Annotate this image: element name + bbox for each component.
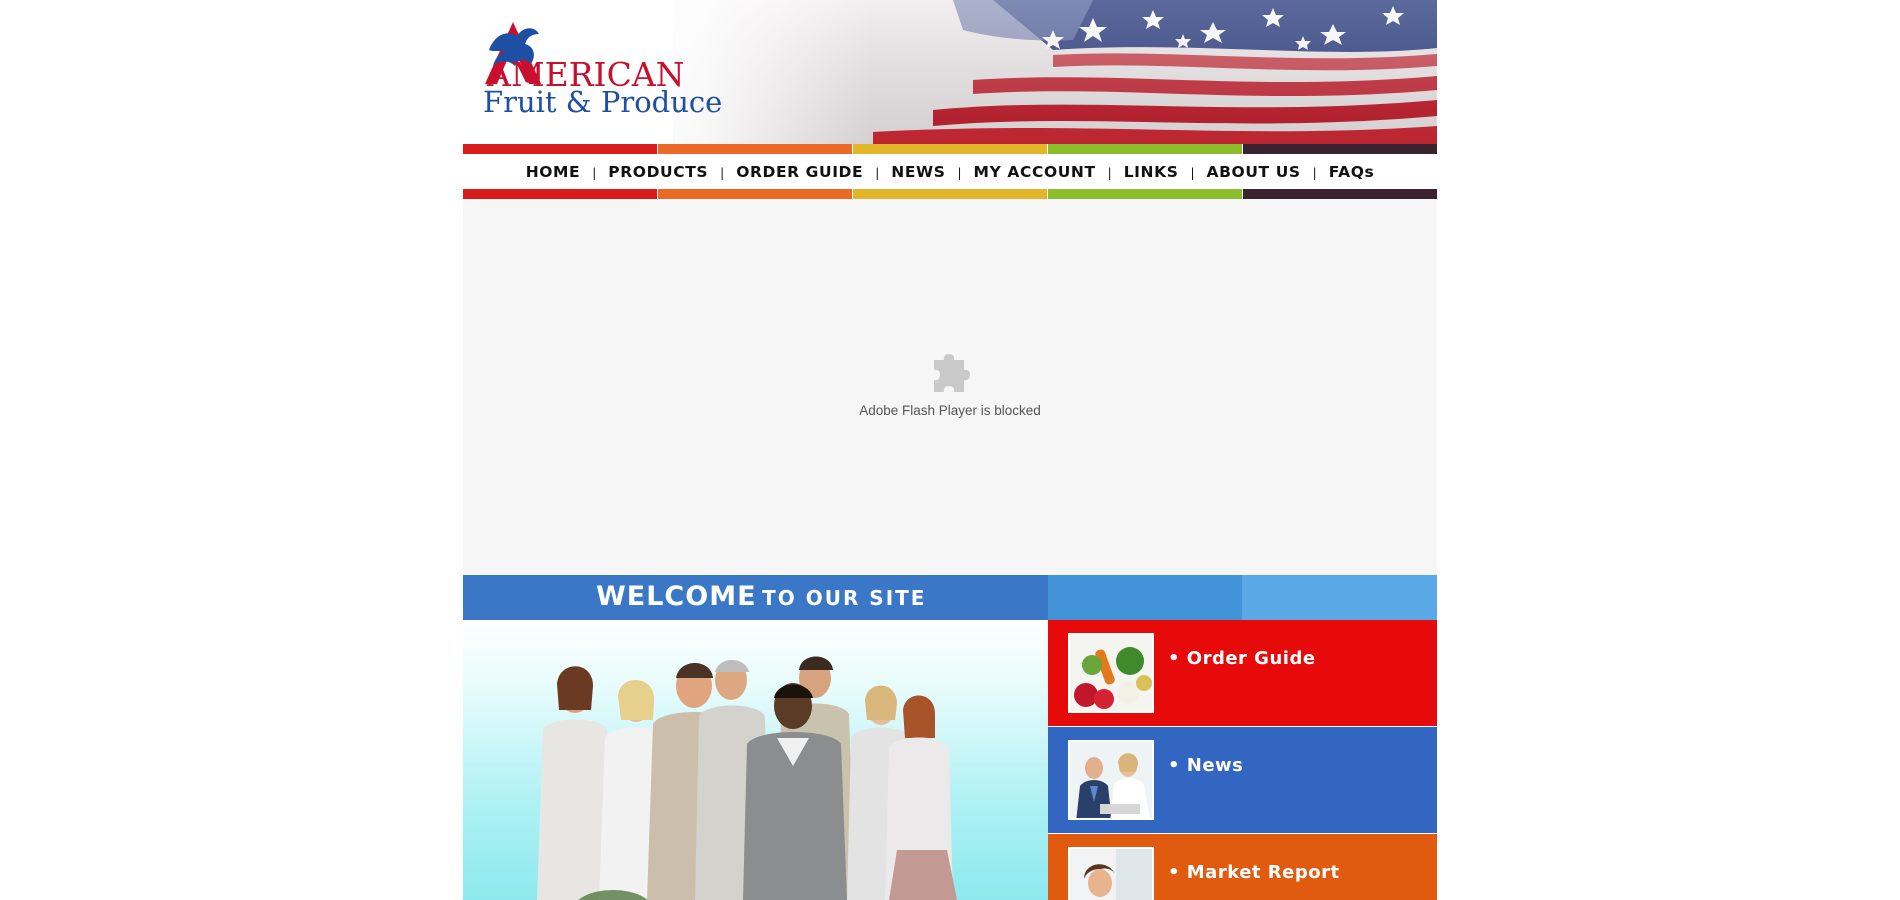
flash-placeholder[interactable]: Adobe Flash Player is blocked [463, 199, 1437, 575]
person [885, 695, 957, 900]
logo-text-subtitle: Fruit & Produce [483, 85, 723, 119]
nav-products[interactable]: PRODUCTS [608, 163, 708, 181]
color-bar-top [463, 144, 1437, 154]
nav-separator: | [592, 165, 597, 180]
nav-separator: | [1312, 165, 1317, 180]
nav-separator: | [720, 165, 725, 180]
nav-order-guide[interactable]: ORDER GUIDE [736, 163, 863, 181]
color-segment [1048, 189, 1242, 199]
nav-links[interactable]: LINKS [1124, 163, 1179, 181]
main-nav: HOME | PRODUCTS | ORDER GUIDE | NEWS | M… [463, 154, 1437, 189]
color-segment [658, 144, 852, 154]
order-guide-link[interactable]: • Order Guide [1048, 620, 1437, 726]
header-banner: AMERICAN Fruit & Produce [463, 0, 1437, 144]
nav-home[interactable]: HOME [526, 163, 581, 181]
nav-separator: | [875, 165, 880, 180]
news-link[interactable]: • News [1048, 727, 1437, 833]
flash-blocked-message: Adobe Flash Player is blocked [859, 403, 1041, 418]
side-links: • Order Guide • News • Market Report [1048, 620, 1437, 900]
site-logo[interactable]: AMERICAN Fruit & Produce [479, 20, 722, 125]
welcome-subtext: TO OUR SITE [762, 586, 927, 610]
nav-separator: | [957, 165, 962, 180]
market-report-link[interactable]: • Market Report [1048, 834, 1437, 900]
color-segment [658, 189, 852, 199]
color-bar-bottom [463, 189, 1437, 199]
nav-my-account[interactable]: MY ACCOUNT [974, 163, 1096, 181]
color-segment [853, 189, 1047, 199]
team-photo [463, 620, 1048, 900]
color-segment [463, 189, 657, 199]
nav-faqs[interactable]: FAQs [1329, 163, 1375, 181]
welcome-bar: WELCOME TO OUR SITE [463, 575, 1437, 620]
order-guide-label: • Order Guide [1168, 648, 1316, 669]
nav-separator: | [1107, 165, 1112, 180]
people-group-image [537, 656, 957, 900]
meeting-thumbnail [1068, 740, 1154, 820]
color-segment [853, 144, 1047, 154]
nav-about-us[interactable]: ABOUT US [1207, 163, 1301, 181]
color-segment [1243, 144, 1437, 154]
woman-thumbnail [1068, 847, 1154, 900]
site-container: AMERICAN Fruit & Produce HOME | PRODUCTS… [463, 0, 1437, 900]
news-label: • News [1168, 755, 1244, 776]
nav-separator: | [1190, 165, 1195, 180]
market-report-label: • Market Report [1168, 862, 1340, 883]
puzzle-piece-icon [934, 354, 970, 392]
welcome-segment [1242, 575, 1437, 620]
welcome-segment [1048, 575, 1242, 620]
produce-thumbnail [1068, 633, 1154, 713]
color-segment [1243, 189, 1437, 199]
welcome-word: WELCOME [596, 581, 757, 612]
nav-news[interactable]: NEWS [891, 163, 945, 181]
color-segment [463, 144, 657, 154]
welcome-heading: WELCOME TO OUR SITE [596, 581, 926, 612]
color-segment [1048, 144, 1242, 154]
